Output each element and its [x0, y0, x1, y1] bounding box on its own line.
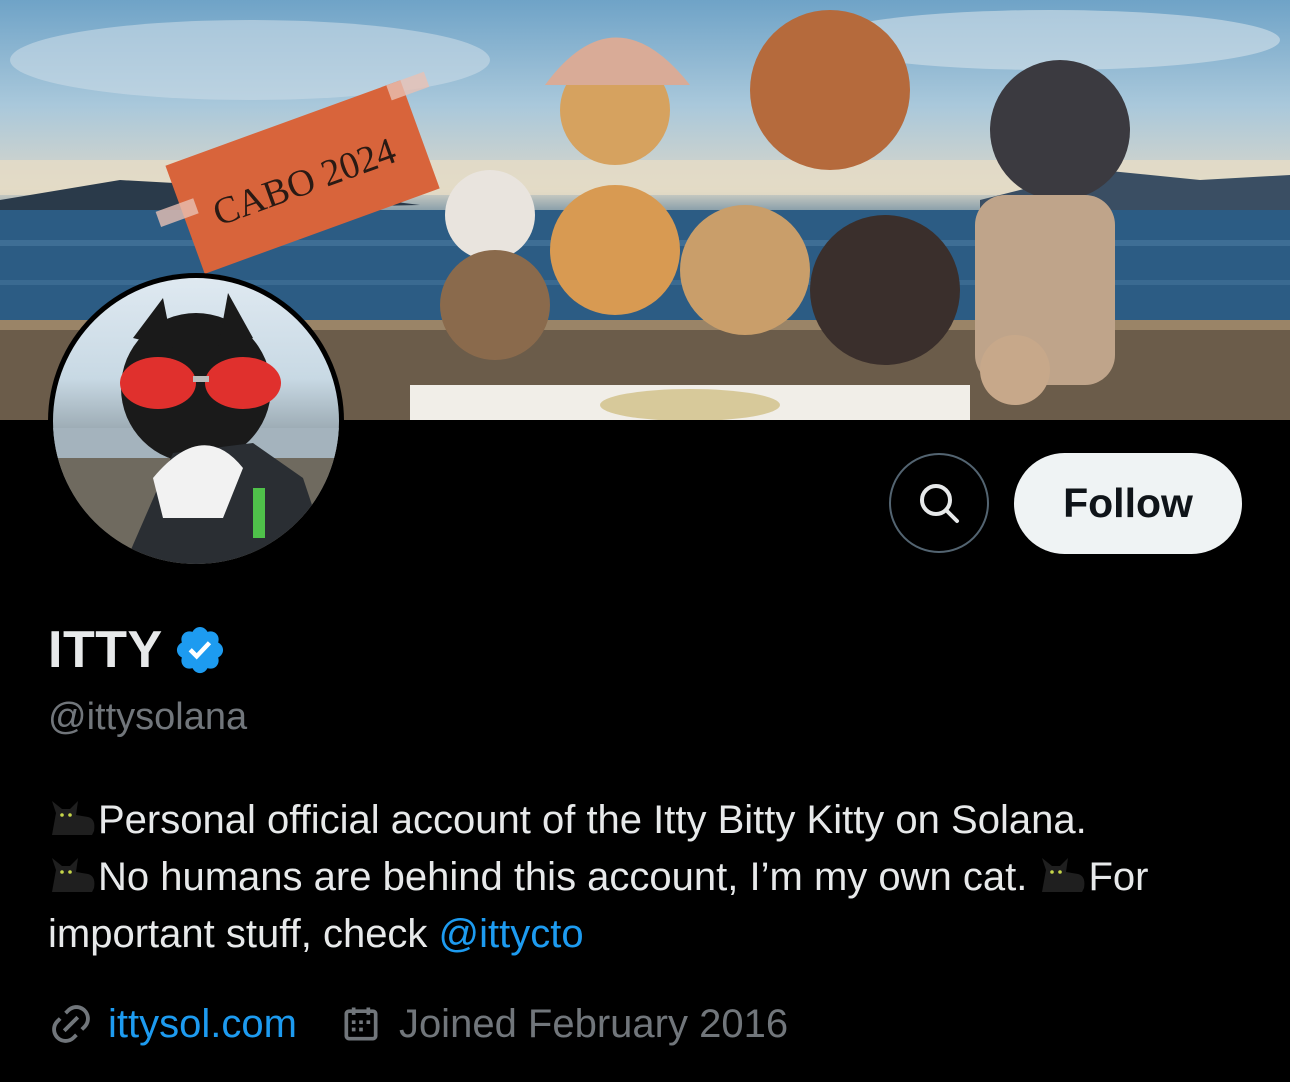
search-icon — [920, 484, 959, 523]
profile-name: ITTY — [48, 621, 163, 679]
profile-meta: ittysol.com Joined February 2016 — [48, 996, 788, 1052]
calendar-icon — [344, 1007, 378, 1041]
verified-badge-icon — [176, 626, 223, 674]
black-cat-icon — [52, 858, 95, 892]
bio-line-3b: important stuff, check — [48, 912, 439, 956]
joined-date: Joined February 2016 — [398, 1001, 789, 1046]
bio-line-3a: For — [1088, 855, 1149, 899]
bio-line-2: No humans are behind this account, I’m m… — [98, 855, 1028, 899]
profile-handle: @ittysolana — [48, 696, 248, 738]
link-icon — [52, 1005, 90, 1043]
black-cat-icon — [1042, 858, 1085, 892]
bio-line-1: Personal official account of the Itty Bi… — [98, 798, 1087, 842]
profile-avatar[interactable] — [48, 273, 344, 569]
search-button[interactable] — [889, 453, 989, 553]
website-link[interactable]: ittysol.com — [108, 1002, 297, 1047]
bio-mention-link[interactable]: @ittycto — [439, 912, 584, 956]
avatar-image — [53, 278, 339, 564]
follow-button[interactable]: Follow — [1014, 453, 1242, 554]
black-cat-icon — [52, 801, 95, 835]
profile-name-row: ITTY — [48, 620, 227, 680]
profile-bio: Personal official account of the Itty Bi… — [48, 792, 1248, 963]
